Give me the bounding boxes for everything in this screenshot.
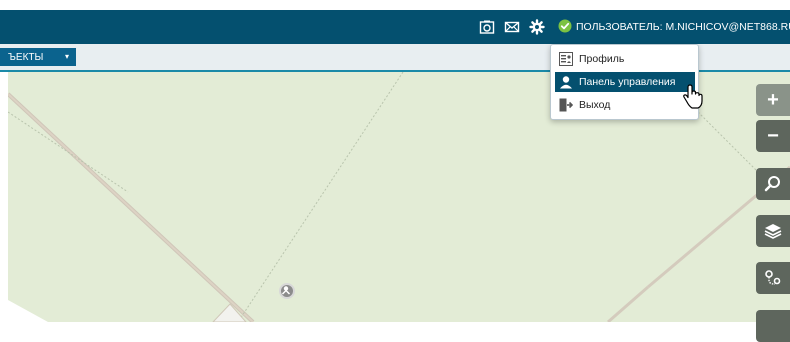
zoom-in-icon: + (767, 88, 779, 111)
user-dropdown-menu: Профиль Панель управления Выход (550, 44, 699, 120)
exit-icon (559, 98, 573, 112)
menu-item-label: Выход (579, 99, 611, 111)
user-label: ПОЛЬЗОВАТЕЛЬ: M.NICHICOV@NET868.RU (576, 21, 790, 33)
search-icon (764, 176, 780, 192)
gear-icon[interactable] (528, 18, 546, 36)
hand-cursor-icon (683, 84, 703, 109)
menu-item-logout[interactable]: Выход (555, 95, 695, 115)
top-bar: ПОЛЬЗОВАТЕЛЬ: M.NICHICOV@NET868.RU (0, 10, 790, 44)
menu-item-control-panel[interactable]: Панель управления (555, 72, 695, 92)
layers-button[interactable] (756, 215, 790, 247)
mail-icon[interactable] (503, 18, 521, 36)
layers-icon (764, 224, 782, 239)
menu-item-profile[interactable]: Профиль (555, 49, 695, 69)
objects-dropdown-button[interactable]: ЪЕКТЫ ▾ (0, 48, 76, 66)
marker-icon (281, 286, 291, 295)
zoom-out-icon: − (767, 124, 779, 147)
zoom-in-button[interactable]: + (756, 84, 790, 116)
check-circle-icon (558, 19, 572, 36)
camera-icon[interactable] (478, 18, 496, 36)
menu-item-label: Панель управления (579, 76, 676, 88)
menu-item-label: Профиль (579, 53, 625, 65)
profile-card-icon (559, 52, 573, 66)
route-icon (765, 270, 781, 285)
map-marker[interactable] (279, 283, 295, 299)
zoom-out-button[interactable]: − (756, 120, 790, 152)
user-menu-toggle[interactable]: ПОЛЬЗОВАТЕЛЬ: M.NICHICOV@NET868.RU (558, 18, 790, 36)
objects-label: ЪЕКТЫ (8, 51, 44, 63)
user-icon (560, 76, 572, 89)
chevron-down-icon: ▾ (64, 52, 69, 61)
search-button[interactable] (756, 168, 790, 200)
header-icons (478, 18, 546, 36)
more-map-button[interactable] (756, 310, 790, 342)
route-button[interactable] (756, 262, 790, 294)
